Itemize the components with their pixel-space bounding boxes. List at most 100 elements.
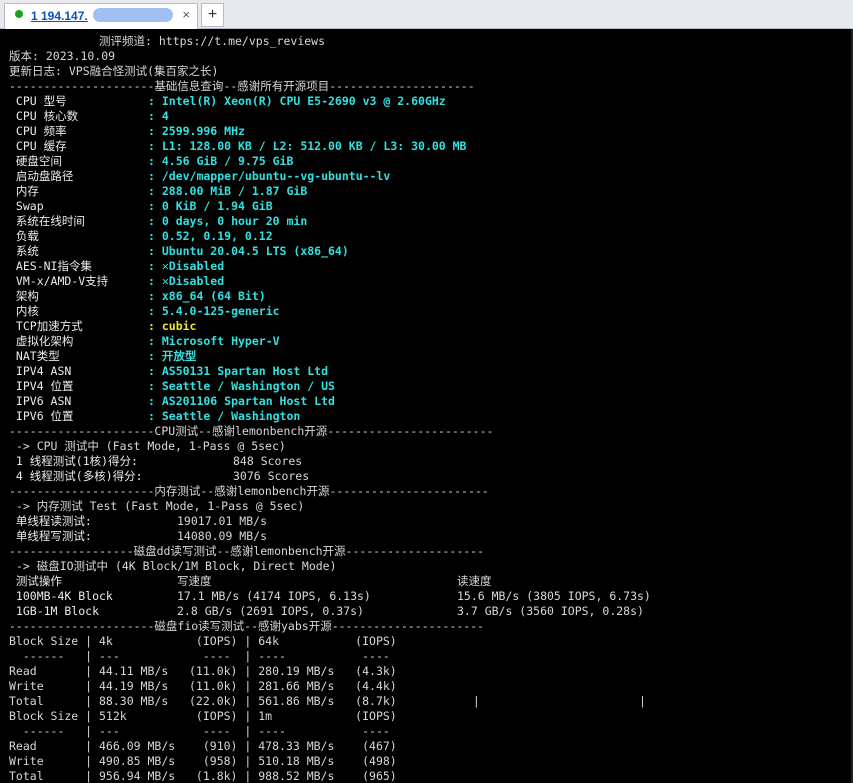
- terminal-line: -> 内存测试 Test (Fast Mode, 1-Pass @ 5sec): [9, 499, 305, 513]
- terminal-line: Block Size | 512k (IOPS) | 1m (IOPS): [9, 709, 397, 723]
- terminal-line: ------ | --- ---- | ---- ----: [9, 724, 390, 738]
- terminal-line: CPU 型号 : Intel(R) Xeon(R) CPU E5-2690 v3 …: [9, 94, 849, 109]
- terminal-line: CPU 缓存: L1: 128.00 KB / L2: 512.00 KB / …: [9, 139, 849, 154]
- terminal-line: NAT类型: 开放型: [9, 349, 849, 364]
- terminal-line: CPU 频率: 2599.996 MHz: [9, 124, 849, 139]
- line-label: 1 线程测试(1核)得分:: [9, 454, 138, 468]
- line-label: 启动盘路径: [9, 169, 74, 183]
- terminal-line: -> CPU 测试中 (Fast Mode, 1-Pass @ 5sec): [9, 439, 286, 453]
- line-value: : x86_64 (64 Bit): [148, 289, 266, 303]
- terminal-line: 内存: 288.00 MiB / 1.87 GiB: [9, 184, 849, 199]
- terminal-line: AES-NI指令集 : ✕Disabled: [9, 259, 849, 274]
- terminal-line: Write | 44.19 MB/s (11.0k) | 281.66 MB/s…: [9, 679, 397, 693]
- line-label: TCP加速方式: [9, 319, 83, 333]
- terminal-line: Swap : 0 KiB / 1.94 GiB: [9, 199, 849, 214]
- line-value: 写速度: [177, 574, 212, 588]
- terminal-line: 版本: 2023.10.09: [9, 49, 116, 63]
- terminal-line: ------ | --- ---- | ---- ----: [9, 649, 390, 663]
- line-label: 负载: [9, 229, 39, 243]
- terminal-line: Block Size | 4k (IOPS) | 64k (IOPS): [9, 634, 397, 648]
- line-label: 系统: [9, 244, 39, 258]
- line-value: : ✕Disabled: [148, 274, 225, 288]
- terminal-line: 1 线程测试(1核)得分: 848 Scores: [9, 454, 849, 469]
- terminal-line: Total | 88.30 MB/s (22.0k) | 561.86 MB/s…: [9, 694, 646, 708]
- line-label: CPU 缓存: [9, 139, 67, 153]
- terminal-line: 100MB-4K Block 17.1 MB/s (4174 IOPS, 6.13…: [9, 589, 849, 604]
- line-label: 单线程写测试:: [9, 529, 92, 543]
- redacted-ip-mask: [93, 8, 173, 22]
- line-label: CPU 频率: [9, 124, 67, 138]
- line-value: : 0 KiB / 1.94 GiB: [148, 199, 273, 213]
- line-value: 17.1 MB/s (4174 IOPS, 6.13s): [177, 589, 371, 603]
- terminal-line: Read | 466.09 MB/s (910) | 478.33 MB/s (…: [9, 739, 397, 753]
- terminal-line: 4 线程测试(多核)得分: 3076 Scores: [9, 469, 849, 484]
- terminal-line: 硬盘空间 : 4.56 GiB / 9.75 GiB: [9, 154, 849, 169]
- terminal-line: ---------------------CPU测试--感谢lemonbench…: [9, 424, 494, 438]
- line-label: 内核: [9, 304, 39, 318]
- line-label: 架构: [9, 289, 39, 303]
- line-value: 14080.09 MB/s: [177, 529, 268, 543]
- line-label: 单线程读测试:: [9, 514, 92, 528]
- session-tab-title: 1 194.147.: [31, 9, 88, 23]
- line-value: : Seattle / Washington / US: [148, 379, 335, 393]
- terminal-line: TCP加速方式 : cubic: [9, 319, 849, 334]
- terminal-line: IPV6 ASN: AS201106 Spartan Host Ltd: [9, 394, 849, 409]
- terminal-line: 单线程写测试: 14080.09 MB/s: [9, 529, 849, 544]
- terminal-line: ---------------------磁盘fio读写测试--感谢yabs开源…: [9, 619, 485, 633]
- line-value: : 0 days, 0 hour 20 min: [148, 214, 308, 228]
- terminal-line: CPU 核心数 : 4: [9, 109, 849, 124]
- line-value: : 4.56 GiB / 9.75 GiB: [148, 154, 294, 168]
- terminal-line: ---------------------基础信息查询--感谢所有开源项目---…: [9, 79, 475, 93]
- terminal-line: 更新日志: VPS融合怪测试(集百家之长): [9, 64, 219, 78]
- line-label: IPV4 ASN: [9, 364, 72, 378]
- line-value: : Microsoft Hyper-V: [148, 334, 280, 348]
- line-label: 虚拟化架构: [9, 334, 74, 348]
- terminal-line: 测试操作 写速度 读速度: [9, 574, 849, 589]
- line-label: 硬盘空间: [9, 154, 62, 168]
- terminal-output[interactable]: 测评频道: https://t.me/vps_reviews 版本: 2023.1…: [0, 29, 853, 783]
- terminal-line: IPV6 位置: Seattle / Washington: [9, 409, 849, 424]
- line-label: IPV4 位置: [9, 379, 74, 393]
- terminal-line: VM-x/AMD-V支持: ✕Disabled: [9, 274, 849, 289]
- terminal-line: ------------------磁盘dd读写测试--感谢lemonbench…: [9, 544, 485, 558]
- line-label: Swap: [9, 199, 44, 213]
- line-value: : AS201106 Spartan Host Ltd: [148, 394, 335, 408]
- terminal-line: 系统 : Ubuntu 20.04.5 LTS (x86_64): [9, 244, 849, 259]
- line-value: : /dev/mapper/ubuntu--vg-ubuntu--lv: [148, 169, 391, 183]
- line-value: : AS50131 Spartan Host Ltd: [148, 364, 329, 378]
- terminal-line: Total | 956.94 MB/s (1.8k) | 988.52 MB/s…: [9, 769, 397, 783]
- line-value: : cubic: [148, 319, 197, 333]
- line-label: IPV6 位置: [9, 409, 74, 423]
- new-tab-button[interactable]: +: [201, 3, 224, 27]
- terminal-line: 单线程读测试: 19017.01 MB/s: [9, 514, 849, 529]
- line-value-secondary: 15.6 MB/s (3805 IOPS, 6.73s): [457, 589, 651, 603]
- line-value: 848 Scores: [233, 454, 303, 468]
- terminal-line: IPV4 ASN : AS50131 Spartan Host Ltd: [9, 364, 849, 379]
- terminal-line: 负载 : 0.52, 0.19, 0.12: [9, 229, 849, 244]
- line-label: CPU 核心数: [9, 109, 79, 123]
- terminal-line: Read | 44.11 MB/s (11.0k) | 280.19 MB/s …: [9, 664, 397, 678]
- line-value: : Intel(R) Xeon(R) CPU E5-2690 v3 @ 2.60…: [148, 94, 446, 108]
- line-value: 2.8 GB/s (2691 IOPS, 0.37s): [177, 604, 364, 618]
- terminal-line: Write | 490.85 MB/s (958) | 510.18 MB/s …: [9, 754, 397, 768]
- terminal-line: -> 磁盘IO测试中 (4K Block/1M Block, Direct Mo…: [9, 559, 337, 573]
- line-label: 100MB-4K Block: [9, 589, 113, 603]
- terminal-line: IPV4 位置 : Seattle / Washington / US: [9, 379, 849, 394]
- line-value: : 开放型: [148, 349, 197, 363]
- line-value: : Ubuntu 20.04.5 LTS (x86_64): [148, 244, 349, 258]
- line-label: AES-NI指令集: [9, 259, 92, 273]
- line-label: 测试操作: [9, 574, 62, 588]
- line-value: : 0.52, 0.19, 0.12: [148, 229, 273, 243]
- line-value: 3076 Scores: [233, 469, 310, 483]
- line-value: : 4: [148, 109, 169, 123]
- line-value: : 5.4.0-125-generic: [148, 304, 280, 318]
- session-tab[interactable]: 1 194.147. ×: [4, 3, 198, 29]
- line-label: CPU 型号: [9, 94, 67, 108]
- terminal-line: 内核 : 5.4.0-125-generic: [9, 304, 849, 319]
- close-tab-icon[interactable]: ×: [182, 7, 190, 22]
- line-value: : ✕Disabled: [148, 259, 225, 273]
- terminal-line: 架构 : x86_64 (64 Bit): [9, 289, 849, 304]
- terminal-line: 1GB-1M Block 2.8 GB/s (2691 IOPS, 0.37s) 3…: [9, 604, 849, 619]
- terminal-line: 系统在线时间: 0 days, 0 hour 20 min: [9, 214, 849, 229]
- line-label: 1GB-1M Block: [9, 604, 100, 618]
